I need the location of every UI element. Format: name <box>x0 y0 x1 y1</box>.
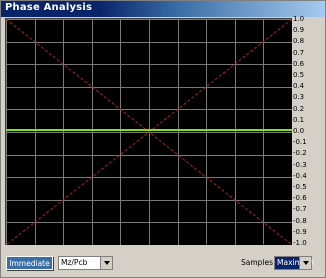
view-mode-select[interactable]: Mz/Pcb <box>58 256 113 270</box>
chevron-down-icon[interactable] <box>299 257 311 269</box>
y-tick-label: 0.0 <box>293 127 305 135</box>
phase-analysis-window: Phase Analysis 1.0 0.9 0.8 0.7 0.6 0.5 0.4 0.3 0… <box>0 0 326 278</box>
y-tick-label: 0.8 <box>293 37 305 46</box>
x-tick-label: 1 <box>285 239 291 247</box>
control-bar: Immediate Mz/Pcb Samples Maximum <box>1 251 326 277</box>
samples-select[interactable]: Maximum <box>274 256 314 270</box>
phase-scope-display <box>5 18 292 245</box>
y-tick-label: 0.9 <box>293 26 305 35</box>
immediate-button[interactable]: Immediate <box>6 256 53 270</box>
y-tick-label: 0.4 <box>293 82 305 91</box>
x-tick-label: 0.8 <box>257 239 269 247</box>
x-tick-label: -0.2 <box>113 239 128 247</box>
view-mode-value: Mz/Pcb <box>61 258 88 267</box>
window-title: Phase Analysis <box>5 2 93 13</box>
y-tick-label: 0.3 <box>293 93 305 102</box>
y-tick-label: -0.6 <box>293 194 307 203</box>
x-tick-label: 0.0 <box>143 239 155 247</box>
y-tick-label: 0.5 <box>293 71 305 79</box>
y-tick-label: -0.8 <box>293 216 307 225</box>
y-tick-label: -0.5 <box>293 183 307 191</box>
y-tick-label: -0.1 <box>293 138 307 147</box>
y-tick-label: 0.6 <box>293 59 305 68</box>
title-bar[interactable]: Phase Analysis <box>1 1 325 17</box>
samples-label: Samples <box>241 258 274 267</box>
x-tick-label: -0.4 <box>84 239 99 247</box>
x-tick-label: 0.4 <box>200 239 212 247</box>
y-tick-label: -0.4 <box>293 171 307 180</box>
x-axis-labels: -1 -0.8 -0.6 -0.4 -0.2 0.0 0.2 0.4 0.6 0.8 1 <box>1 239 321 249</box>
y-tick-label: 1.0 <box>293 15 305 23</box>
y-tick-label: 0.1 <box>293 115 305 124</box>
y-tick-label: -0.2 <box>293 149 307 158</box>
y-tick-label: -0.9 <box>293 227 307 236</box>
x-tick-label: 0.2 <box>172 239 184 247</box>
y-tick-label: 0.7 <box>293 48 305 57</box>
y-axis-labels: 1.0 0.9 0.8 0.7 0.6 0.5 0.4 0.3 0.2 0.1 0.0 -0.1 -0.… <box>293 15 325 247</box>
y-tick-label: -0.7 <box>293 205 307 214</box>
y-tick-label: -0.3 <box>293 160 307 169</box>
y-tick-label: 0.2 <box>293 104 305 113</box>
chevron-down-icon[interactable] <box>100 257 112 269</box>
x-tick-label: -0.8 <box>27 239 42 247</box>
x-tick-label: -1 <box>6 239 14 247</box>
x-tick-label: -0.6 <box>56 239 71 247</box>
x-tick-label: 0.6 <box>229 239 241 247</box>
